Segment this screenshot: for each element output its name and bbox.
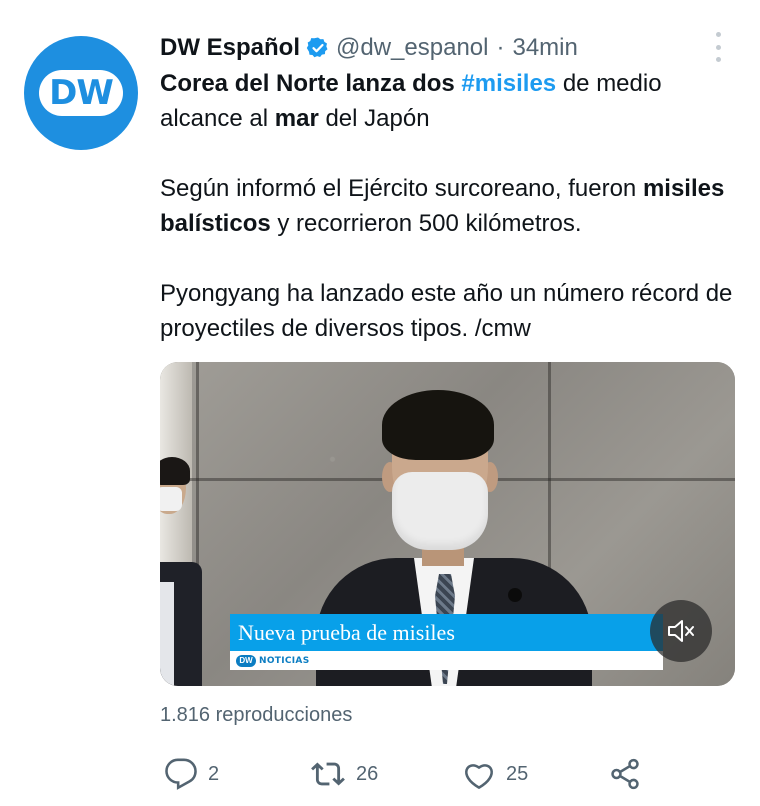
view-count: 1.816 reproducciones — [160, 704, 353, 726]
bold-text: mar — [274, 105, 319, 132]
lapel-microphone — [508, 588, 522, 602]
like-count: 25 — [506, 762, 529, 785]
speaker-hair — [382, 390, 494, 460]
tweet-actions: 2 26 25 — [160, 752, 740, 796]
mute-toggle-button[interactable] — [650, 600, 712, 662]
share-icon — [611, 758, 639, 790]
background-person-hair — [160, 457, 190, 485]
plain-text: y recorrieron 500 kilómetros. — [277, 210, 582, 237]
retweet-icon — [311, 762, 345, 786]
plain-text: del Japón — [325, 105, 430, 132]
reply-count: 2 — [208, 762, 220, 785]
speaker-muted-icon — [668, 620, 694, 642]
caption-subtitle-bar: DW NOTICIAS — [230, 651, 663, 670]
reply-button[interactable]: 2 — [164, 752, 219, 796]
tweet-paragraph-2: Según informó el Ejército surcoreano, fu… — [160, 171, 740, 241]
verified-badge-icon — [306, 36, 330, 60]
author-handle[interactable]: @dw_espanol — [336, 34, 488, 62]
retweet-count: 26 — [356, 762, 379, 785]
author-avatar[interactable]: DW — [24, 36, 138, 150]
retweet-button[interactable]: 26 — [310, 752, 378, 796]
tweet-header: DW Español @dw_espanol · 34min — [160, 30, 690, 66]
dw-logo-small: DW — [236, 654, 256, 667]
tweet-timestamp[interactable]: 34min — [512, 34, 577, 62]
bold-text: Corea del Norte lanza dos — [160, 70, 455, 97]
video-player[interactable]: Nueva prueba de misiles DW NOTICIAS — [160, 362, 735, 686]
caption-subtitle: NOTICIAS — [259, 655, 310, 666]
reply-icon — [165, 758, 197, 790]
tweet-text: Corea del Norte lanza dos #misiles de me… — [160, 66, 740, 346]
speaker-mask — [392, 472, 488, 550]
lower-third-caption: Nueva prueba de misiles DW NOTICIAS — [230, 614, 663, 670]
background-person-shirt — [160, 582, 174, 686]
dw-logo: DW — [39, 70, 123, 116]
separator-dot: · — [496, 34, 505, 61]
more-options-icon[interactable] — [711, 32, 725, 62]
share-button[interactable] — [608, 752, 642, 796]
author-name[interactable]: DW Español — [160, 34, 300, 62]
caption-title: Nueva prueba de misiles — [230, 614, 663, 651]
background-person-mask — [160, 487, 182, 511]
heart-icon — [465, 764, 493, 789]
tweet-paragraph-3: Pyongyang ha lanzado este año un número … — [160, 276, 740, 346]
hashtag-link[interactable]: #misiles — [461, 70, 556, 97]
tweet-paragraph-1: Corea del Norte lanza dos #misiles de me… — [160, 66, 740, 136]
plain-text: Pyongyang ha lanzado este año un número … — [160, 280, 733, 342]
plain-text: Según informó el Ejército surcoreano, fu… — [160, 175, 637, 202]
like-button[interactable]: 25 — [462, 752, 528, 796]
